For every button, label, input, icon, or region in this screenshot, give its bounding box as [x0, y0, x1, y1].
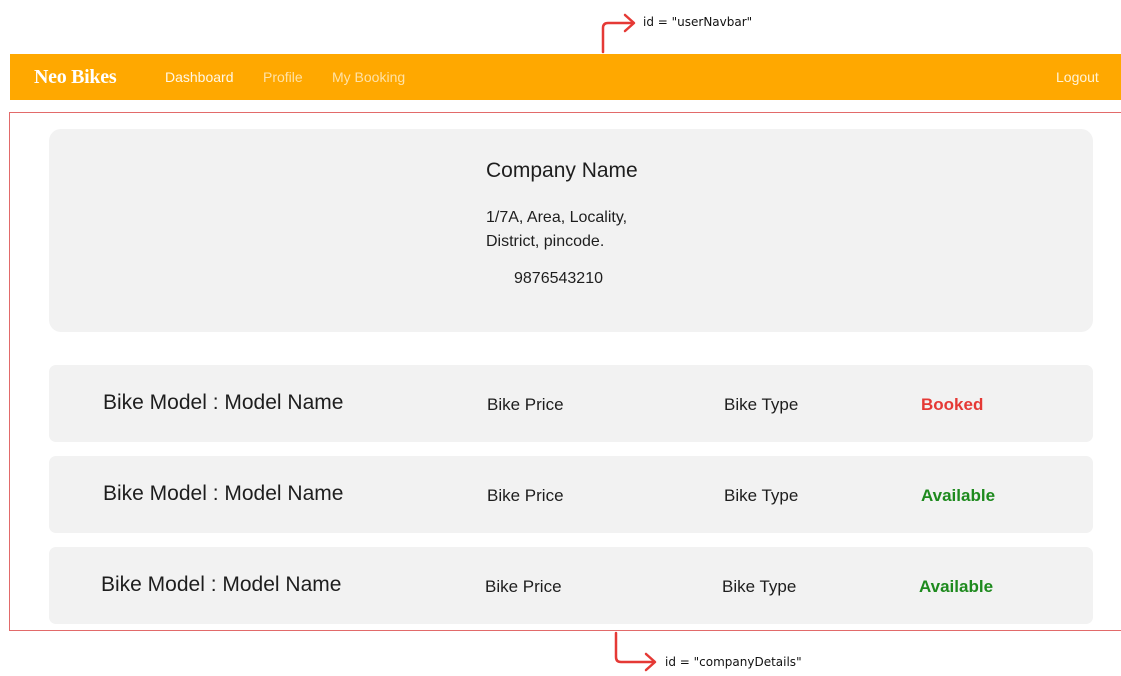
bike-row[interactable]: Bike Model : Model Name Bike Price Bike …	[49, 365, 1093, 442]
company-address: 1/7A, Area, Locality, District, pincode.	[486, 206, 746, 254]
brand-logo[interactable]: Neo Bikes	[34, 66, 117, 89]
company-details-id-annotation: id = "companyDetails"	[665, 655, 802, 669]
nav-link-my-booking[interactable]: My Booking	[332, 69, 405, 85]
company-card: Company Name 1/7A, Area, Locality, Distr…	[49, 129, 1093, 332]
company-address-line-2: District, pincode.	[486, 233, 605, 250]
company-address-line-1: 1/7A, Area, Locality,	[486, 209, 628, 226]
navbar-id-annotation: id = "userNavbar"	[643, 15, 753, 29]
user-navbar: Neo Bikes Dashboard Profile My Booking L…	[10, 54, 1121, 100]
bike-model: Bike Model : Model Name	[101, 573, 342, 596]
bike-model: Bike Model : Model Name	[103, 391, 344, 414]
bike-status-available: Available	[921, 486, 996, 505]
bike-price: Bike Price	[485, 577, 562, 596]
logout-link[interactable]: Logout	[1056, 69, 1099, 85]
company-phone: 9876543210	[514, 270, 603, 287]
bike-status-booked: Booked	[921, 395, 984, 414]
bike-model: Bike Model : Model Name	[103, 482, 344, 505]
bike-row[interactable]: Bike Model : Model Name Bike Price Bike …	[49, 456, 1093, 533]
bike-row[interactable]: Bike Model : Model Name Bike Price Bike …	[49, 547, 1093, 624]
company-name: Company Name	[486, 159, 638, 182]
bike-type: Bike Type	[724, 486, 799, 505]
nav-link-dashboard[interactable]: Dashboard	[165, 69, 234, 85]
bike-price: Bike Price	[487, 486, 564, 505]
bike-status-available: Available	[919, 577, 994, 596]
nav-link-profile[interactable]: Profile	[263, 69, 303, 85]
company-details: Company Name 1/7A, Area, Locality, Distr…	[9, 112, 1121, 631]
bike-type: Bike Type	[722, 577, 797, 596]
bike-type: Bike Type	[724, 395, 799, 414]
bike-price: Bike Price	[487, 395, 564, 414]
